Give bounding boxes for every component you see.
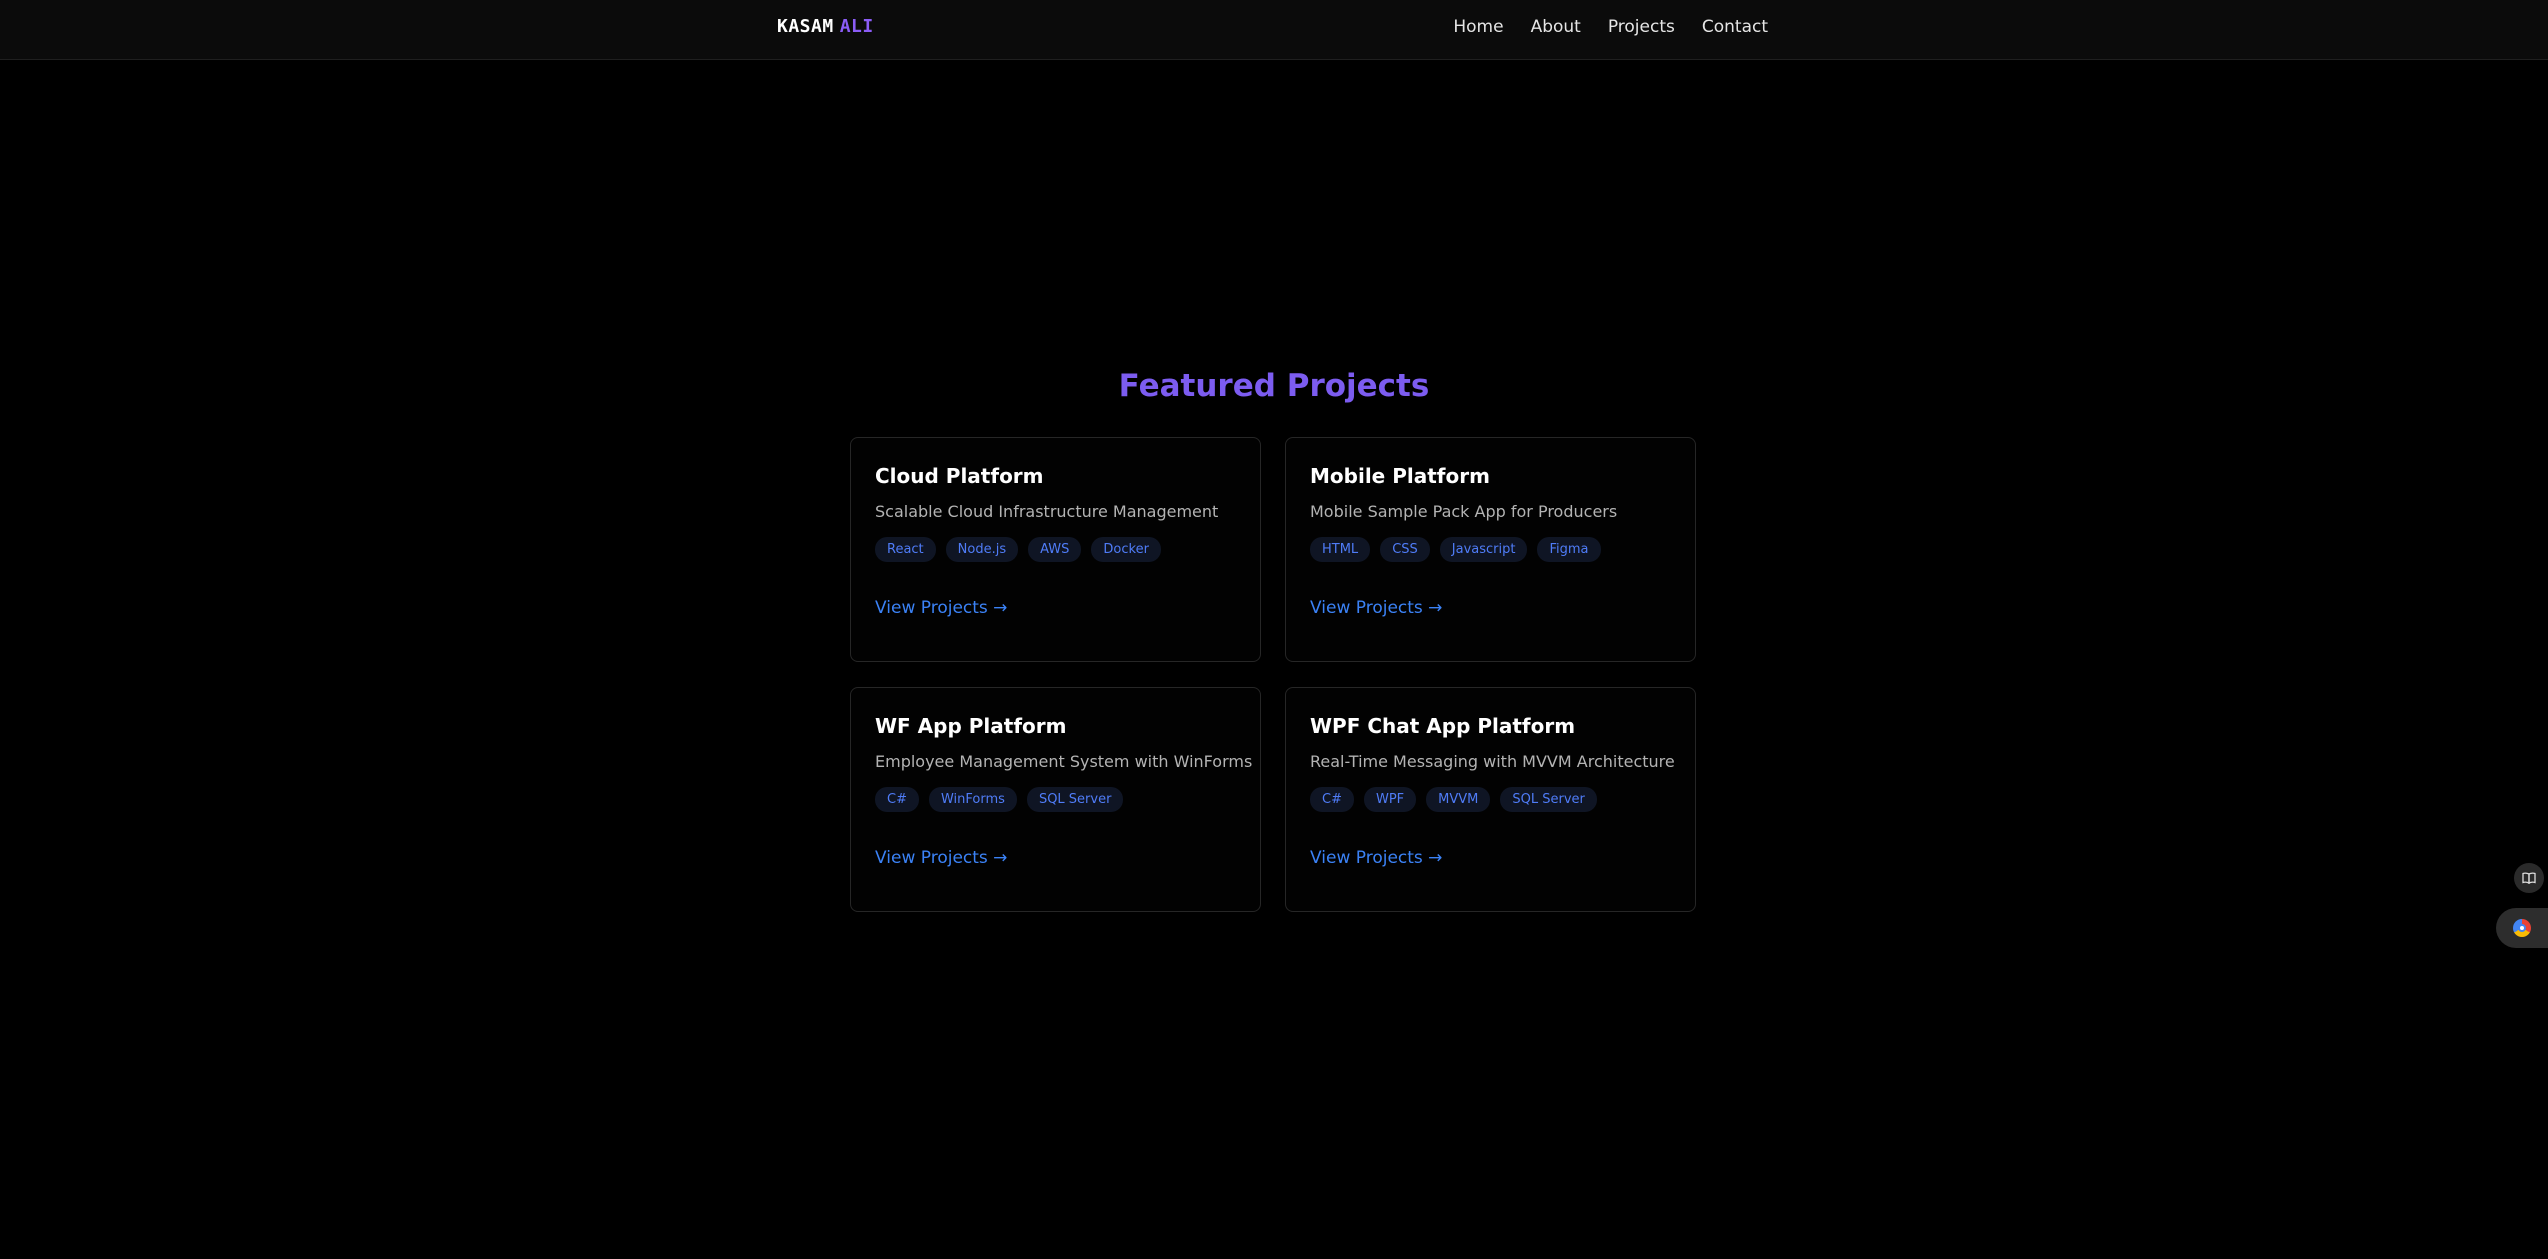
tech-tag: AWS (1028, 537, 1082, 562)
assistant-logo-icon (2513, 919, 2531, 937)
project-card-wpf-chat: WPF Chat App Platform Real-Time Messagin… (1285, 687, 1696, 912)
site-logo[interactable]: KASAM ALI (777, 16, 874, 37)
logo-first-name: KASAM (777, 16, 834, 37)
assistant-tab[interactable] (2496, 908, 2548, 948)
tech-tag: Javascript (1439, 537, 1528, 562)
tech-tag: CSS (1380, 537, 1430, 562)
view-projects-link[interactable]: View Projects → (1310, 598, 1442, 618)
view-projects-link[interactable]: View Projects → (875, 598, 1007, 618)
tech-tag: Docker (1091, 537, 1161, 562)
view-projects-link[interactable]: View Projects → (1310, 848, 1442, 868)
tech-tag: HTML (1310, 537, 1371, 562)
book-icon-glyph (2522, 872, 2536, 884)
tech-tag: SQL Server (1026, 787, 1124, 812)
nav-links: Home About Projects Contact (1453, 17, 1768, 37)
tag-list: C# WinForms SQL Server (875, 787, 1236, 812)
tech-tag: WinForms (928, 787, 1017, 812)
project-description: Real-Time Messaging with MVVM Architectu… (1310, 752, 1675, 771)
nav-link-about[interactable]: About (1531, 17, 1581, 37)
tag-list: React Node.js AWS Docker (875, 537, 1236, 562)
nav-link-projects[interactable]: Projects (1608, 17, 1675, 37)
projects-grid: Cloud Platform Scalable Cloud Infrastruc… (850, 437, 1696, 912)
project-title: WF App Platform (875, 714, 1067, 738)
tech-tag: C# (875, 787, 919, 812)
top-navbar: KASAM ALI Home About Projects Contact (0, 0, 2548, 60)
tech-tag: Node.js (945, 537, 1019, 562)
logo-last-name: ALI (839, 16, 874, 37)
nav-link-home[interactable]: Home (1453, 17, 1503, 37)
project-description: Scalable Cloud Infrastructure Management (875, 502, 1219, 521)
section-title: Featured Projects (1118, 368, 1430, 404)
tag-list: HTML CSS Javascript Figma (1310, 537, 1671, 562)
project-title: Mobile Platform (1310, 464, 1490, 488)
tech-tag: SQL Server (1500, 787, 1597, 812)
project-card-mobile: Mobile Platform Mobile Sample Pack App f… (1285, 437, 1696, 662)
project-title: WPF Chat App Platform (1310, 714, 1576, 738)
nav-link-contact[interactable]: Contact (1702, 17, 1768, 37)
project-description: Employee Management System with WinForms (875, 752, 1253, 771)
tech-tag: React (875, 537, 936, 562)
book-icon[interactable] (2514, 863, 2544, 893)
tech-tag: Figma (1537, 537, 1601, 562)
project-card-wf-app: WF App Platform Employee Management Syst… (850, 687, 1261, 912)
tech-tag: C# (1310, 787, 1354, 812)
view-projects-link[interactable]: View Projects → (875, 848, 1007, 868)
project-title: Cloud Platform (875, 464, 1044, 488)
project-description: Mobile Sample Pack App for Producers (1310, 502, 1618, 521)
tech-tag: MVVM (1426, 787, 1491, 812)
tag-list: C# WPF MVVM SQL Server (1310, 787, 1671, 812)
tech-tag: WPF (1363, 787, 1417, 812)
project-card-cloud: Cloud Platform Scalable Cloud Infrastruc… (850, 437, 1261, 662)
